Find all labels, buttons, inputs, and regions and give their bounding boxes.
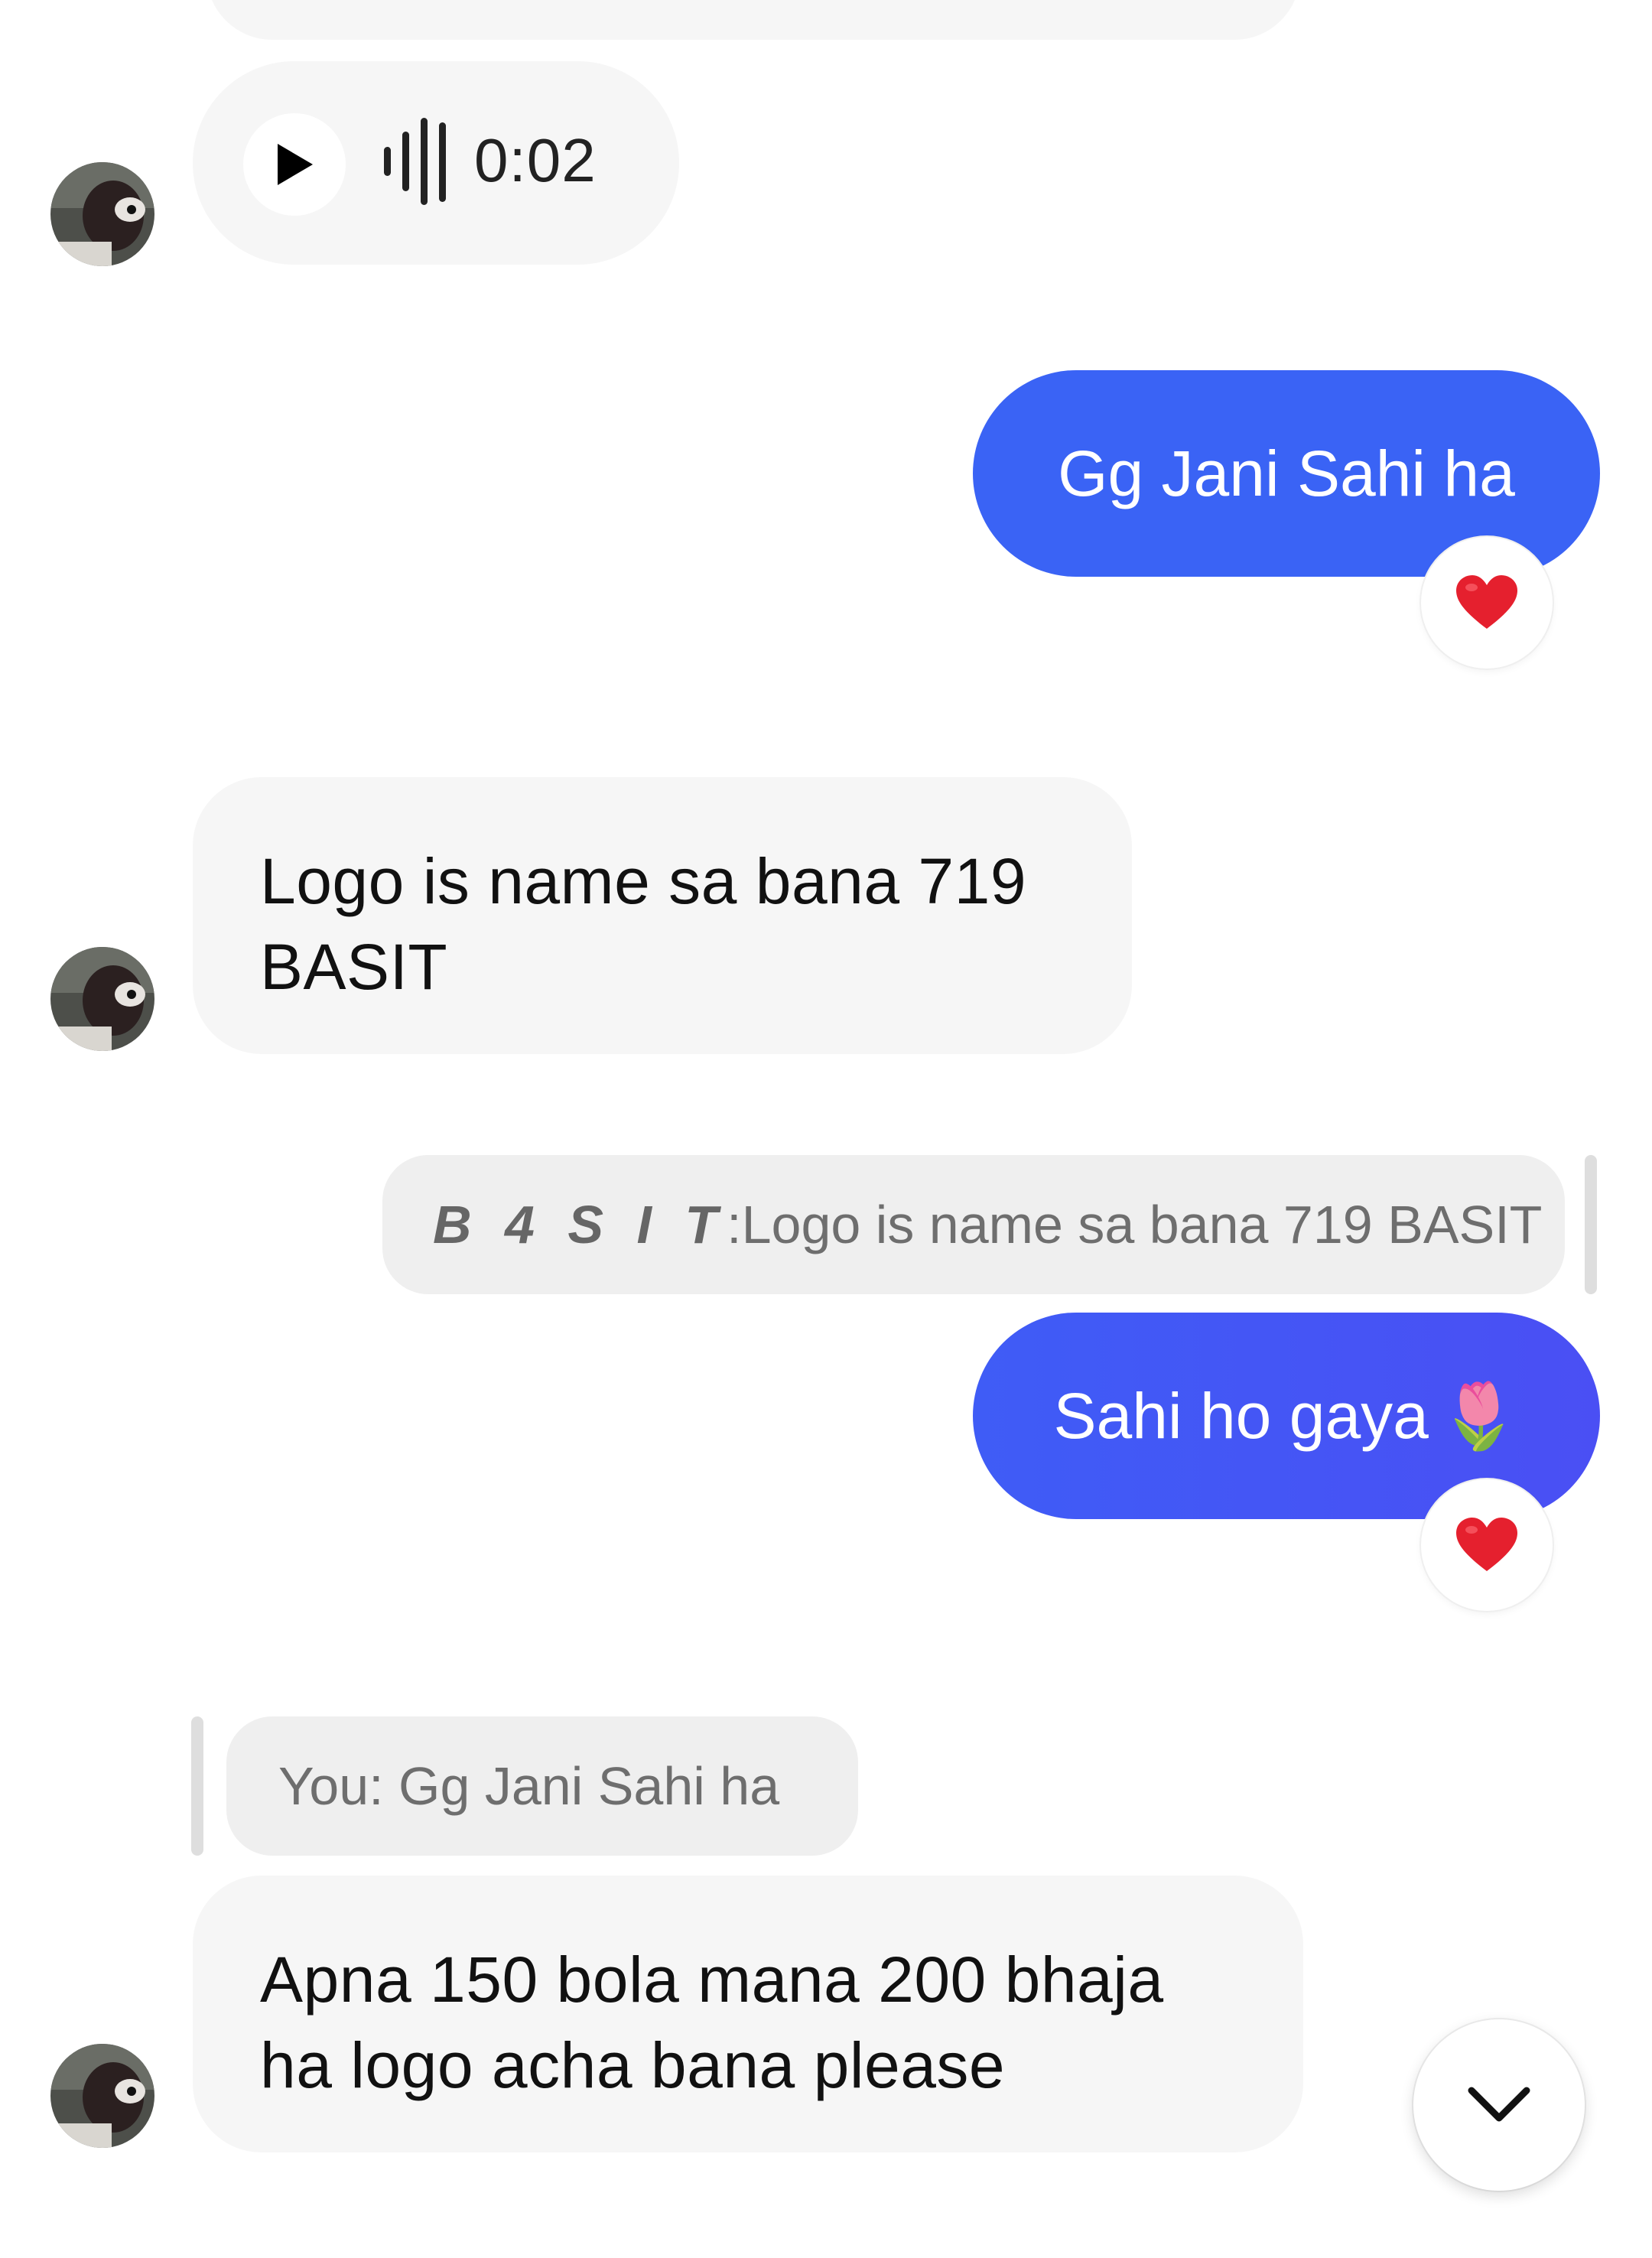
message-text-line: ha logo acha bana please	[260, 2029, 1006, 2101]
heart-icon	[1456, 575, 1517, 629]
avatar-photo	[50, 2044, 154, 2148]
play-button[interactable]	[243, 113, 346, 216]
received-message-bubble[interactable]: Apna 150 bola mana 200 bhaja ha logo ach…	[193, 1876, 1303, 2152]
contact-avatar[interactable]	[50, 947, 154, 1051]
contact-avatar[interactable]	[50, 2044, 154, 2148]
quoted-text: You: Gg Jani Sahi ha	[278, 1756, 780, 1816]
quoted-sender-name: B 4 S I T	[433, 1195, 727, 1254]
avatar-photo	[50, 162, 154, 266]
reply-quote[interactable]: You: Gg Jani Sahi ha	[226, 1716, 858, 1856]
message-text-line: Logo is name sa bana 719	[260, 845, 1027, 917]
chevron-down-icon	[1468, 2087, 1530, 2122]
heart-icon	[1456, 1518, 1517, 1571]
message-text: Sahi ho gaya	[1053, 1379, 1429, 1452]
reply-indicator-bar	[191, 1716, 203, 1856]
avatar-photo	[50, 947, 154, 1051]
previous-message-bubble[interactable]	[206, 0, 1300, 40]
reply-quote[interactable]: B 4 S I T: Logo is name sa bana 719 BASI…	[382, 1155, 1565, 1294]
quote-separator: :	[727, 1195, 742, 1254]
heart-reaction[interactable]	[1421, 537, 1553, 669]
tulip-emoji: 🌷	[1439, 1379, 1520, 1452]
message-text: Gg Jani Sahi ha	[1058, 437, 1515, 509]
scroll-to-bottom-button[interactable]	[1413, 2019, 1585, 2191]
waveform-icon	[384, 118, 446, 205]
contact-avatar[interactable]	[50, 162, 154, 266]
play-icon	[278, 144, 313, 185]
message-text-line: Apna 150 bola mana 200 bhaja	[260, 1944, 1164, 2016]
quoted-text: Logo is name sa bana 719 BASIT	[741, 1195, 1543, 1254]
heart-reaction[interactable]	[1421, 1479, 1553, 1611]
message-text-line: BASIT	[260, 931, 448, 1003]
voice-duration: 0:02	[474, 126, 597, 194]
reply-indicator-bar	[1585, 1155, 1597, 1294]
received-message-bubble[interactable]: Logo is name sa bana 719 BASIT	[193, 777, 1132, 1054]
